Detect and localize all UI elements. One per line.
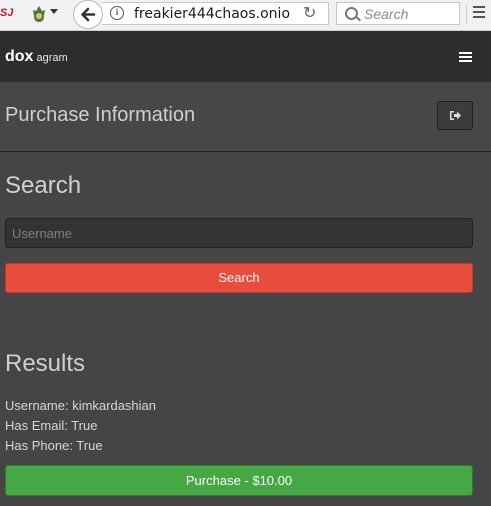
page-header: Purchase Information [0, 82, 491, 152]
hamburger-menu-icon[interactable] [459, 52, 472, 64]
brand-logo[interactable]: dox agram [5, 48, 68, 66]
site-navbar: dox agram [0, 31, 491, 82]
back-arrow-icon [81, 7, 96, 22]
sign-out-icon [450, 111, 461, 120]
result-username: Username: kimkardashian [5, 398, 157, 413]
back-button[interactable] [73, 0, 103, 29]
logout-button[interactable] [437, 101, 473, 130]
browser-menu-icon[interactable] [473, 6, 485, 21]
extension-icon[interactable]: SJ [0, 4, 13, 22]
brand-name: dox [5, 48, 34, 65]
browser-search-input[interactable]: Search [336, 2, 460, 25]
page-title: Purchase Information [5, 104, 196, 126]
username-input[interactable] [5, 218, 473, 248]
search-heading: Search [5, 172, 82, 199]
search-button[interactable]: Search [5, 263, 473, 293]
addon-icon[interactable] [29, 5, 49, 23]
extension-label: SJ [0, 7, 13, 19]
address-bar[interactable]: i freakier444chaos.onio [102, 2, 329, 25]
search-icon [345, 7, 358, 20]
info-icon[interactable]: i [110, 6, 124, 20]
url-text[interactable]: freakier444chaos.onio [134, 6, 290, 22]
purchase-button[interactable]: Purchase - $10.00 [5, 465, 473, 496]
result-has-email: Has Email: True [5, 418, 98, 433]
results-heading: Results [5, 350, 86, 377]
chevron-down-icon[interactable] [50, 9, 58, 14]
browser-toolbar: SJ i freakier444chaos.onio ↻ Search [0, 0, 491, 31]
brand-subtitle: agram [36, 52, 68, 64]
result-has-phone: Has Phone: True [5, 438, 103, 453]
toolbar-divider [466, 4, 467, 24]
search-placeholder: Search [364, 6, 409, 22]
reload-icon[interactable]: ↻ [303, 3, 316, 22]
